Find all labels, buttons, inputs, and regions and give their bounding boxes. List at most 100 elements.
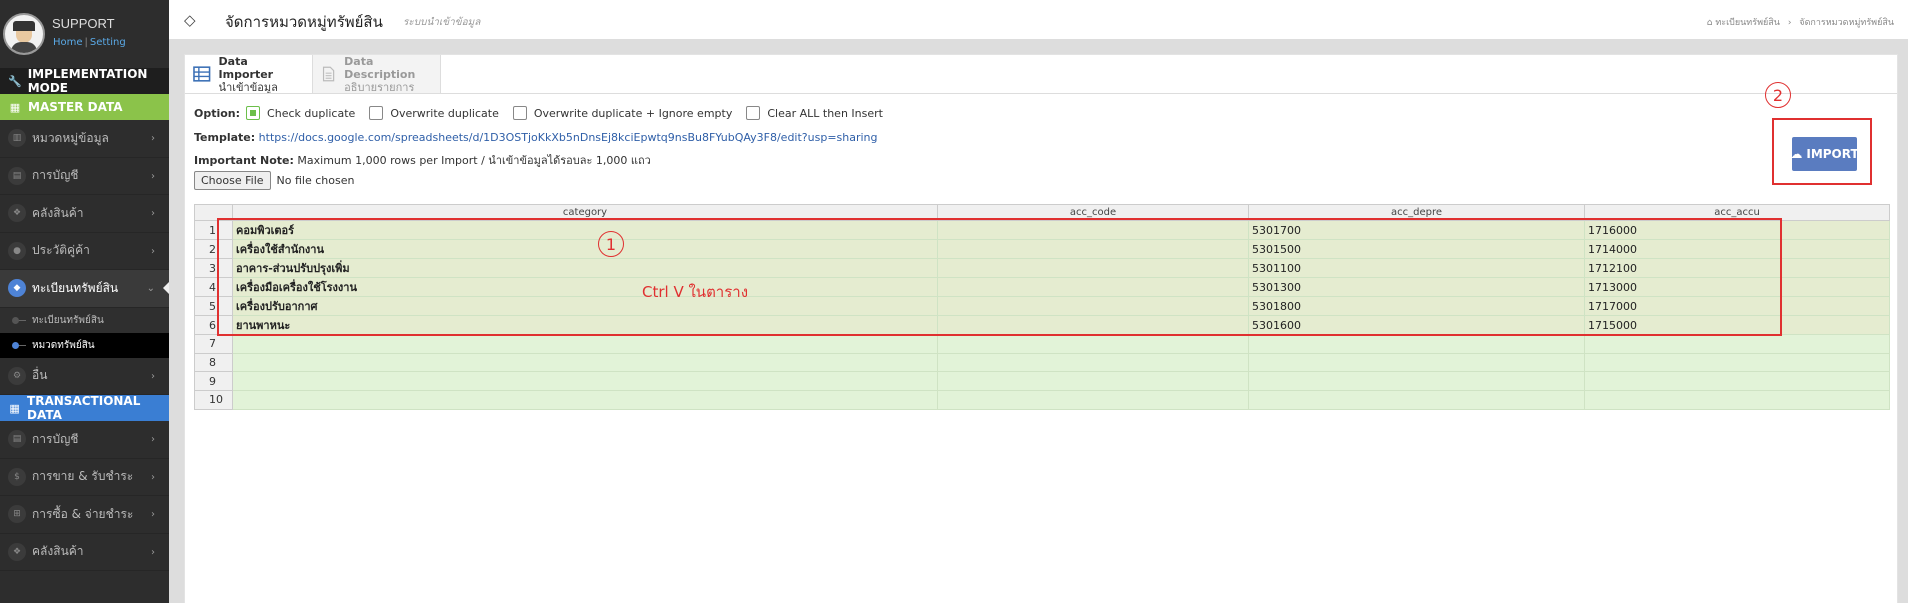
grid-cell[interactable]: 5301800 <box>1248 296 1585 316</box>
tab-data-importer[interactable]: Data Importer นำเข้าข้อมูล <box>185 55 313 94</box>
grid-cell[interactable] <box>937 277 1249 297</box>
grid-cell[interactable]: อาคาร-ส่วนปรับปรุงเพิ่ม <box>232 258 938 278</box>
ledger-icon: ▤ <box>8 430 26 449</box>
data-grid[interactable]: category acc_code acc_depre acc_accu 1 ค… <box>194 204 1890 410</box>
grid-cell[interactable] <box>1248 390 1585 410</box>
sidebar-item-warehouse[interactable]: ❖ คลังสินค้า › <box>0 195 169 233</box>
grid-cell[interactable]: 1713000 <box>1584 277 1890 297</box>
column-header[interactable]: acc_code <box>937 204 1249 221</box>
sidebar-item-asset-register[interactable]: ◆ ทะเบียนทรัพย์สิน ⌄ <box>0 270 169 308</box>
table-row[interactable]: 9 <box>194 371 1890 392</box>
implementation-mode-button[interactable]: 🔧 IMPLEMENTATION MODE <box>0 67 169 95</box>
column-header[interactable]: category <box>232 204 938 221</box>
row-number: 1 <box>194 220 233 240</box>
sidebar-item-trans-warehouse[interactable]: ❖ คลังสินค้า › <box>0 534 169 571</box>
table-row[interactable]: 7 <box>194 334 1890 354</box>
row-number: 2 <box>194 239 233 259</box>
grid-cell[interactable]: 1712100 <box>1584 258 1890 278</box>
sidebar-item-trans-accounting[interactable]: ▤ การบัญชี › <box>0 421 169 459</box>
sidebar-item-sales[interactable]: $ การขาย & รับชำระ › <box>0 459 169 496</box>
grid-cell[interactable] <box>1584 352 1890 373</box>
sidebar-item-purchase[interactable]: ⊞ การซื้อ & จ่ายชำระ › <box>0 496 169 534</box>
table-row[interactable]: 4 เครื่องมือเครื่องใช้โรงงาน 5301300 171… <box>194 277 1890 297</box>
table-row[interactable]: 10 <box>194 390 1890 410</box>
grid-cell[interactable]: 1714000 <box>1584 239 1890 259</box>
row-number: 9 <box>194 371 233 392</box>
sidebar-subitem-asset-register[interactable]: ทะเบียนทรัพย์สิน <box>0 307 169 333</box>
setting-link[interactable]: Setting <box>90 37 126 48</box>
grid-cell[interactable]: 5301500 <box>1248 239 1585 259</box>
table-row[interactable]: 5 เครื่องปรับอากาศ 5301800 1717000 <box>194 296 1890 316</box>
master-data-header[interactable]: ▦ MASTER DATA <box>0 94 169 120</box>
grid-cell[interactable]: เครื่องปรับอากาศ <box>232 296 938 316</box>
option-clear-all-insert[interactable]: Clear ALL then Insert <box>744 106 883 120</box>
grid-cell[interactable]: 5301600 <box>1248 315 1585 335</box>
grid-cell[interactable]: ยานพาหนะ <box>232 315 938 335</box>
grid-cell[interactable]: 5301100 <box>1248 258 1585 278</box>
page-subtitle: ระบบนำเข้าข้อมูล <box>403 17 481 28</box>
sidebar-item-accounting[interactable]: ▤ การบัญชี › <box>0 158 169 195</box>
sidebar-item-other[interactable]: ⚙ อื่น › <box>0 358 169 395</box>
tab-data-description[interactable]: Data Description อธิบายรายการ <box>313 55 441 94</box>
grid-cell[interactable] <box>1584 390 1890 410</box>
sidebar-subitem-asset-category[interactable]: หมวดทรัพย์สิน <box>0 332 169 358</box>
choose-file-button[interactable]: Choose File <box>194 171 271 190</box>
grid-cell[interactable] <box>937 315 1249 335</box>
grid-cell[interactable] <box>937 296 1249 316</box>
table-row[interactable]: 6 ยานพาหนะ 5301600 1715000 <box>194 315 1890 335</box>
grid-cell[interactable] <box>1248 371 1585 392</box>
grid-cell[interactable] <box>937 258 1249 278</box>
transactional-data-header[interactable]: ▦ TRANSACTIONAL DATA <box>0 394 169 422</box>
grid-cell[interactable]: 1717000 <box>1584 296 1890 316</box>
grid-cell[interactable]: เครื่องใช้สำนักงาน <box>232 239 938 259</box>
checkbox[interactable] <box>369 106 384 120</box>
grid-cell[interactable]: 5301700 <box>1248 220 1585 240</box>
chevron-right-icon: › <box>151 471 155 483</box>
breadcrumb: ⌂ ทะเบียนทรัพย์สิน › จัดการหมวดหมู่ทรัพย… <box>1707 15 1894 29</box>
grid-cell[interactable] <box>937 220 1249 240</box>
wrench-icon: 🔧 <box>8 74 22 88</box>
grid-cell[interactable] <box>937 239 1249 259</box>
grid-cell[interactable]: 1716000 <box>1584 220 1890 240</box>
grid-cell[interactable] <box>232 352 938 373</box>
grid-cell[interactable] <box>1248 334 1585 354</box>
row-number: 10 <box>194 390 233 410</box>
import-options: Option: Check duplicate Overwrite duplic… <box>194 106 883 120</box>
home-icon[interactable]: ⌂ <box>1707 18 1713 28</box>
option-overwrite-duplicate[interactable]: Overwrite duplicate <box>367 106 499 120</box>
grid-cell[interactable]: 1715000 <box>1584 315 1890 335</box>
grid-cell[interactable] <box>232 390 938 410</box>
grid-cell[interactable]: เครื่องมือเครื่องใช้โรงงาน <box>232 277 938 297</box>
grid-cell[interactable] <box>232 371 938 392</box>
table-row[interactable]: 1 คอมพิวเตอร์ 5301700 1716000 <box>194 220 1890 240</box>
checkbox-checked[interactable] <box>246 106 261 120</box>
checkbox[interactable] <box>512 106 527 120</box>
checkbox[interactable] <box>746 106 761 120</box>
table-row[interactable]: 2 เครื่องใช้สำนักงาน 5301500 1714000 <box>194 239 1890 259</box>
grid-cell[interactable] <box>232 334 938 354</box>
table-row[interactable]: 8 <box>194 352 1890 373</box>
sidebar-item-data-category[interactable]: ▥ หมวดหมู่ข้อมูล › <box>0 120 169 158</box>
table-row[interactable]: 3 อาคาร-ส่วนปรับปรุงเพิ่ม 5301100 171210… <box>194 258 1890 278</box>
grid-cell[interactable]: 5301300 <box>1248 277 1585 297</box>
import-button[interactable]: ☁ IMPORT <box>1790 137 1859 171</box>
grid-cell[interactable]: คอมพิวเตอร์ <box>232 220 938 240</box>
grid-cell[interactable] <box>937 390 1249 410</box>
option-overwrite-ignore-empty[interactable]: Overwrite duplicate + Ignore empty <box>511 106 732 120</box>
grid-cell[interactable] <box>1584 371 1890 392</box>
sidebar-item-partners[interactable]: ● ประวัติคู่ค้า › <box>0 233 169 270</box>
grid-cell[interactable] <box>937 352 1249 373</box>
grid-cell[interactable] <box>1248 352 1585 373</box>
column-header[interactable]: acc_accu <box>1584 204 1890 221</box>
home-link[interactable]: Home <box>53 37 83 48</box>
column-header[interactable]: acc_depre <box>1248 204 1585 221</box>
grid-cell[interactable] <box>937 334 1249 354</box>
template-link[interactable]: https://docs.google.com/spreadsheets/d/1… <box>259 131 878 144</box>
option-check-duplicate[interactable]: Check duplicate <box>244 106 355 120</box>
brand: SUPPORT Home | Setting <box>0 0 169 67</box>
grid-cell[interactable] <box>937 371 1249 392</box>
chevron-down-icon: ⌄ <box>146 283 155 294</box>
grid-cell[interactable] <box>1584 334 1890 354</box>
tab-bar: Data Importer นำเข้าข้อมูล Data Descript… <box>185 55 441 94</box>
breadcrumb-item[interactable]: ทะเบียนทรัพย์สิน <box>1715 18 1780 28</box>
